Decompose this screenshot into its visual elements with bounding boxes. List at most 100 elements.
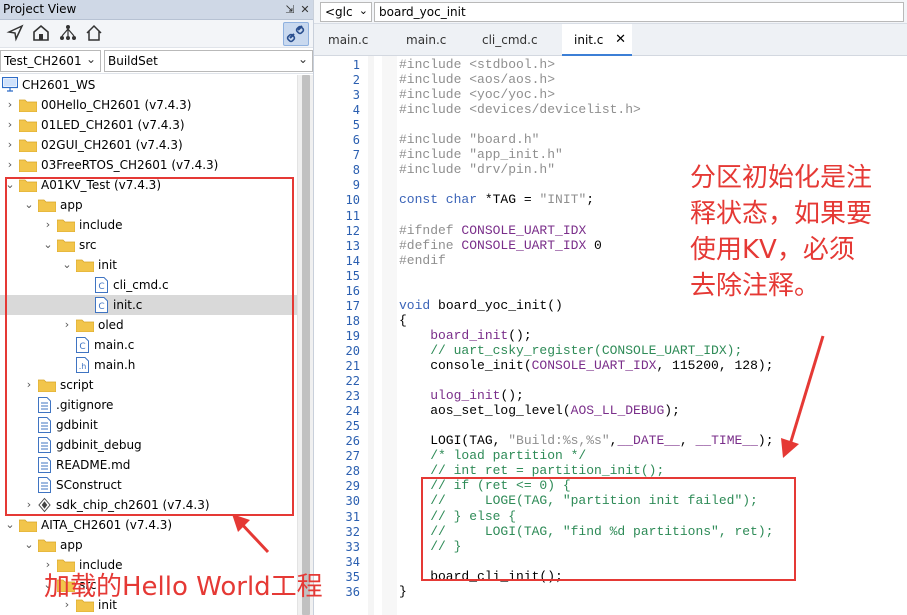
line-number: 8 xyxy=(352,163,360,178)
chevron-right-icon[interactable]: › xyxy=(4,97,16,113)
chevron-down-icon[interactable]: ⌄ xyxy=(23,537,35,553)
code-line: #include "board.h" xyxy=(399,132,539,147)
code-token: CONSOLE_UART_IDX xyxy=(461,237,587,253)
code-token: "Build:%s,%s" xyxy=(508,433,610,449)
tree-item-03freertos-ch2601[interactable]: › 03FreeRTOS_CH2601 (v7.4.3) xyxy=(0,155,297,175)
line-number: 13 xyxy=(345,238,360,253)
line-number-gutter: 1 2 3 4 5 6 7 8 9 10 11 12 13 14 15 16 17 18 19 20 21 22 23 24 2… xyxy=(314,56,362,615)
code-token: ulog_init xyxy=(430,388,501,404)
code-line: console_init(CONSOLE_UART_IDX, 115200, 1… xyxy=(399,358,773,373)
code-token: #include <aos/aos.h> xyxy=(399,72,556,88)
code-line: ulog_init(); xyxy=(399,388,524,403)
tab-init-c[interactable]: init.c ✕ xyxy=(562,24,632,56)
line-number: 28 xyxy=(345,464,360,479)
code-token: #include <yoc/yoc.h> xyxy=(399,87,556,103)
chevron-right-icon[interactable]: › xyxy=(4,117,16,133)
line-number: 10 xyxy=(345,193,360,208)
current-line-margin xyxy=(382,56,397,615)
code-token: *TAG = xyxy=(477,192,540,208)
line-number: 5 xyxy=(352,118,360,133)
tree-item-00hello-ch2601[interactable]: › 00Hello_CH2601 (v7.4.3) xyxy=(0,95,297,115)
project-view-header: Project View ⇲ ✕ xyxy=(0,0,313,20)
close-tab-icon[interactable]: ✕ xyxy=(615,32,626,47)
line-number: 29 xyxy=(345,479,360,494)
annotation-line: 分区初始化是注 xyxy=(690,163,873,193)
tab-label: init.c xyxy=(574,33,604,47)
project-selectors: Test_CH2601 ⌄ BuildSet ⌄ xyxy=(0,49,313,74)
line-number: 23 xyxy=(345,389,360,404)
code-token: board_init xyxy=(430,327,509,343)
code-token: "INIT" xyxy=(539,192,587,208)
code-line: #include "drv/pin.h" xyxy=(399,162,555,177)
tab-main-c-1[interactable]: main.c xyxy=(314,24,388,56)
tab-cli-cmd-c[interactable]: cli_cmd.c xyxy=(468,24,558,56)
chevron-right-icon[interactable]: › xyxy=(4,137,16,153)
link-editor-button[interactable] xyxy=(283,22,309,46)
code-token: 0 xyxy=(586,237,602,253)
code-token: #include xyxy=(399,147,470,163)
line-number: 7 xyxy=(352,148,360,163)
code-line: #include <stdbool.h> xyxy=(399,57,555,72)
code-token: #include xyxy=(399,132,470,148)
code-token: { xyxy=(399,312,407,328)
tree-item-02gui-ch2601[interactable]: › 02GUI_CH2601 (v7.4.3) xyxy=(0,135,297,155)
code-line: const char *TAG = "INIT"; xyxy=(399,192,594,207)
home-icon[interactable] xyxy=(31,23,51,43)
house-icon[interactable] xyxy=(84,23,104,43)
code-token: "drv/pin.h" xyxy=(469,162,556,178)
code-line: // uart_csky_register(CONSOLE_UART_IDX); xyxy=(399,343,742,358)
code-token: CONSOLE_UART_IDX xyxy=(461,222,587,238)
chevron-down-icon[interactable]: ⌄ xyxy=(4,517,16,533)
code-line: LOGI(TAG, "Build:%s,%s",__DATE__, __TIME… xyxy=(399,433,773,449)
symbol-select-value: <glc xyxy=(325,5,353,19)
tree-scrollbar-thumb[interactable] xyxy=(302,75,310,615)
line-number: 32 xyxy=(345,524,360,539)
line-number: 27 xyxy=(345,449,360,464)
pin-icon[interactable] xyxy=(6,23,26,43)
code-line: #include "app_init.h" xyxy=(399,147,563,162)
symbol-select[interactable]: <glc ⌄ xyxy=(320,2,372,22)
hierarchy-icon[interactable] xyxy=(58,23,78,43)
project-select[interactable]: Test_CH2601 ⌄ xyxy=(0,50,101,72)
code-token: AOS_LL_DEBUG xyxy=(570,403,665,419)
tree-item-label: AITA_CH2601 (v7.4.3) xyxy=(41,518,173,532)
tree-scrollbar[interactable] xyxy=(297,75,313,615)
chevron-down-icon: ⌄ xyxy=(85,52,96,66)
close-panel-icon[interactable]: ✕ xyxy=(298,2,312,17)
code-line: board_init(); xyxy=(399,327,531,343)
tree-item-label: 01LED_CH2601 (v7.4.3) xyxy=(41,118,185,132)
code-token: ); xyxy=(664,403,680,419)
tree-item-label: 03FreeRTOS_CH2601 (v7.4.3) xyxy=(41,158,219,172)
link-editor-icon xyxy=(286,25,305,43)
fold-margin xyxy=(368,56,374,615)
annotation-line: 去除注释。 xyxy=(690,271,821,301)
buildset-select[interactable]: BuildSet ⌄ xyxy=(104,50,313,72)
code-line: #define CONSOLE_UART_IDX 0 xyxy=(399,238,602,253)
minimize-icon[interactable]: ⇲ xyxy=(283,2,297,17)
tree-item-01led-ch2601[interactable]: › 01LED_CH2601 (v7.4.3) xyxy=(0,115,297,135)
line-number: 1 xyxy=(352,58,360,72)
code-highlight-box xyxy=(421,477,796,581)
tree-item-ch2601-ws[interactable]: CH2601_WS xyxy=(0,75,297,95)
chevron-right-icon[interactable]: › xyxy=(4,157,16,173)
function-select[interactable]: board_yoc_init xyxy=(374,2,904,22)
line-number: 20 xyxy=(345,343,360,358)
code-token: ; xyxy=(586,192,595,208)
tab-main-c-2[interactable]: main.c xyxy=(392,24,464,56)
arrow-to-code-icon xyxy=(781,335,825,458)
line-number: 30 xyxy=(345,494,360,509)
line-number: 24 xyxy=(345,404,360,419)
tree-item-label: 00Hello_CH2601 (v7.4.3) xyxy=(41,98,192,112)
line-number: 26 xyxy=(345,434,360,449)
tab-label: main.c xyxy=(328,33,369,47)
project-view-toolbar xyxy=(0,20,313,48)
line-number: 18 xyxy=(345,313,360,328)
annotation-partition-note: 分区初始化是注 释状态，如果要 使用KV，必须 去除注释。 xyxy=(690,160,902,304)
code-token: #include xyxy=(399,162,470,178)
project-view-title: Project View xyxy=(3,2,77,16)
tab-label: cli_cmd.c xyxy=(482,33,538,47)
tree-item-label: CH2601_WS xyxy=(22,78,96,92)
line-number: 15 xyxy=(345,268,360,283)
code-line: #include <devices/devicelist.h> xyxy=(399,102,641,117)
